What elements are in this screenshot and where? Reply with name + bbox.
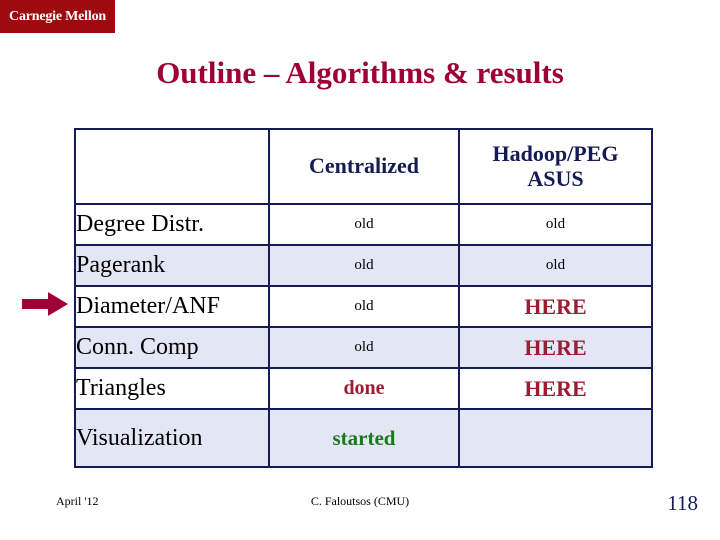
status-value: old	[545, 257, 566, 273]
cell-hadoop: old	[458, 203, 653, 246]
cell-hadoop: HERE	[458, 285, 653, 328]
status-value: done	[343, 377, 385, 399]
row-label-cell: Triangles	[74, 367, 270, 410]
row-label-cell: Conn. Comp	[74, 326, 270, 369]
status-value: HERE	[524, 293, 587, 319]
row-label: Degree Distr.	[76, 211, 204, 237]
status-value: HERE	[524, 334, 587, 360]
right-arrow-icon	[22, 292, 68, 316]
row-label: Visualization	[76, 424, 203, 451]
cell-hadoop	[458, 408, 653, 468]
column-header-metric	[74, 128, 270, 205]
cell-centralized: old	[268, 326, 460, 369]
carnegie-mellon-logo: Carnegie Mellon	[0, 0, 115, 33]
footer-author: C. Faloutsos (CMU)	[310, 494, 410, 508]
cell-hadoop: HERE	[458, 326, 653, 369]
page-number: 118	[667, 491, 698, 515]
row-label: Diameter/ANF	[76, 293, 220, 319]
row-label: Conn. Comp	[76, 334, 199, 360]
table-header-row: Centralized Hadoop/PEG ASUS	[74, 128, 653, 205]
logo-text: Carnegie Mellon	[9, 8, 106, 24]
status-value: started	[332, 425, 396, 450]
table-row: Pagerank old old	[74, 244, 653, 287]
cell-centralized: done	[268, 367, 460, 410]
column-header-centralized-label: Centralized	[309, 153, 419, 179]
cell-centralized: old	[268, 285, 460, 328]
column-header-centralized: Centralized	[268, 128, 460, 205]
status-value: old	[354, 339, 374, 355]
row-label-cell: Diameter/ANF	[74, 285, 270, 328]
table-row: Degree Distr. old old	[74, 203, 653, 246]
column-header-hadoop-line1: Hadoop/PEG	[492, 140, 619, 166]
cell-centralized: old	[268, 203, 460, 246]
status-value: HERE	[524, 375, 587, 401]
row-label: Pagerank	[76, 252, 166, 278]
row-label-cell: Degree Distr.	[74, 203, 270, 246]
algorithms-results-table: Centralized Hadoop/PEG ASUS Degree Distr…	[74, 128, 653, 468]
status-value: old	[354, 298, 374, 314]
cell-hadoop: old	[458, 244, 653, 287]
page-title: Outline – Algorithms & results	[156, 55, 564, 90]
row-label-cell: Pagerank	[74, 244, 270, 287]
cell-centralized: started	[268, 408, 460, 468]
cell-centralized: old	[268, 244, 460, 287]
status-value: old	[545, 216, 566, 232]
status-value: old	[354, 216, 374, 232]
column-header-hadoop-line2: ASUS	[527, 165, 584, 191]
table-row: Diameter/ANF old HERE	[74, 285, 653, 328]
table-body: Degree Distr. old old Pagerank old old D…	[74, 203, 653, 468]
row-label-cell: Visualization	[74, 408, 270, 468]
table-row: Visualization started	[74, 408, 653, 468]
status-value: old	[354, 257, 374, 273]
cell-hadoop: HERE	[458, 367, 653, 410]
column-header-hadoop-label: Hadoop/PEG ASUS	[460, 140, 651, 191]
table-header: Centralized Hadoop/PEG ASUS	[74, 128, 653, 205]
row-label: Triangles	[76, 375, 166, 401]
column-header-hadoop: Hadoop/PEG ASUS	[458, 128, 653, 205]
table-row: Triangles done HERE	[74, 367, 653, 410]
table-row: Conn. Comp old HERE	[74, 326, 653, 369]
